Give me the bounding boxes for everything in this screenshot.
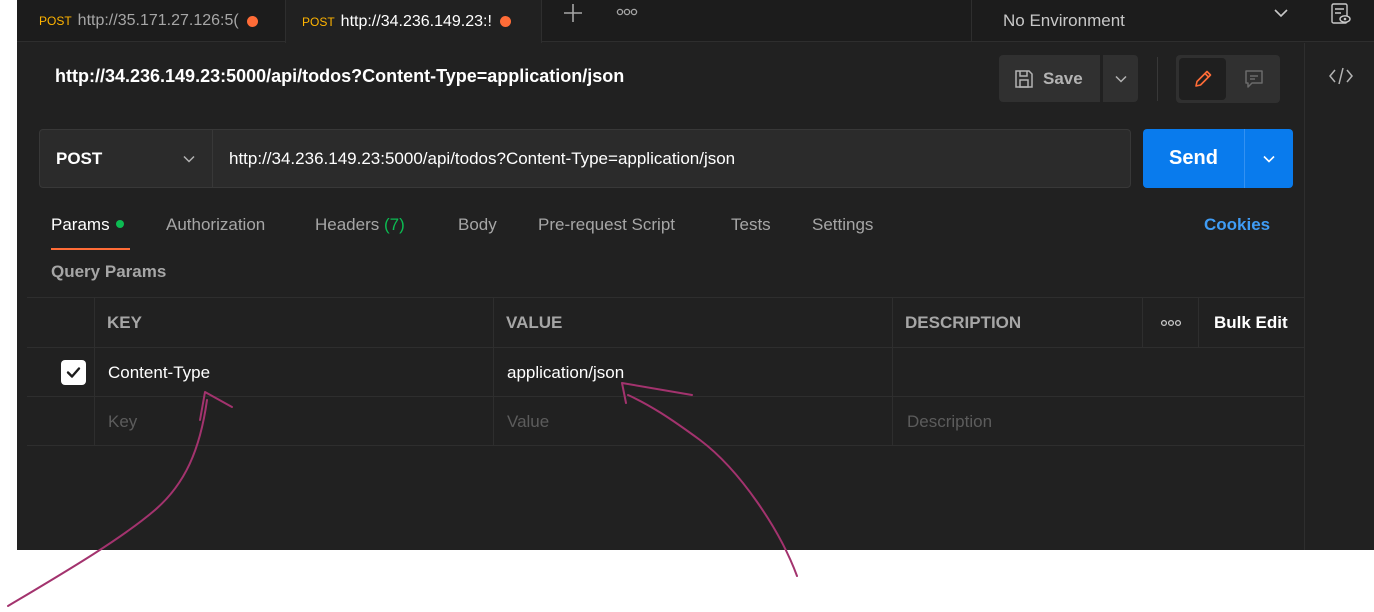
environment-select[interactable]: No Environment xyxy=(971,0,1307,42)
save-label: Save xyxy=(1043,68,1083,88)
checkmark-icon xyxy=(66,367,81,378)
headers-count: (7) xyxy=(384,215,405,234)
save-button[interactable]: Save xyxy=(999,55,1100,102)
tab-authorization[interactable]: Authorization xyxy=(166,210,265,250)
edit-mode-button[interactable] xyxy=(1179,58,1226,100)
unsaved-dot-icon xyxy=(246,15,258,27)
code-snippet-icon[interactable] xyxy=(1328,65,1354,87)
column-divider xyxy=(1198,298,1199,347)
tab-tests[interactable]: Tests xyxy=(731,210,771,250)
query-params-heading: Query Params xyxy=(51,262,167,281)
row-enabled-checkbox[interactable] xyxy=(61,360,86,385)
query-params-table: KEY VALUE DESCRIPTION Bulk Edit Content-… xyxy=(27,297,1305,447)
tab-method: POST xyxy=(39,14,72,28)
environment-value: No Environment xyxy=(1003,11,1125,30)
param-value-field[interactable]: application/json xyxy=(507,348,624,397)
tab-url: http://35.171.27.126:5( xyxy=(77,12,239,29)
environment-quick-look-icon[interactable] xyxy=(1329,2,1353,26)
tab-body[interactable]: Body xyxy=(458,210,497,250)
tab-method: POST xyxy=(302,14,335,29)
cookies-link[interactable]: Cookies xyxy=(1204,215,1270,235)
param-description-field[interactable] xyxy=(907,348,1297,397)
request-tab-bar: POST http://35.171.27.126:5( POST http:/… xyxy=(17,0,1374,43)
column-header-value: VALUE xyxy=(506,312,563,332)
param-description-placeholder[interactable]: Description xyxy=(907,397,992,446)
chevron-down-icon xyxy=(1114,75,1127,83)
send-group: Send xyxy=(1143,129,1293,188)
request-tab-1[interactable]: POST http://35.171.27.126:5( xyxy=(23,0,285,42)
toolbar-divider xyxy=(1157,57,1158,101)
unsaved-dot-icon xyxy=(499,16,511,27)
more-horizontal-icon[interactable] xyxy=(616,5,638,19)
save-options-button[interactable] xyxy=(1103,55,1138,102)
tab-tests-label: Tests xyxy=(731,215,771,234)
tab-settings-label: Settings xyxy=(812,215,874,234)
request-section-tabs: Params Authorization Headers (7) Body Pr… xyxy=(51,210,1291,250)
save-icon xyxy=(1015,69,1033,88)
tab-params[interactable]: Params xyxy=(51,210,130,250)
mode-toggle xyxy=(1176,55,1280,103)
chevron-down-icon[interactable] xyxy=(1273,5,1289,21)
postman-window: POST http://35.171.27.126:5( POST http:/… xyxy=(17,0,1374,550)
column-divider xyxy=(493,397,494,446)
column-divider xyxy=(94,298,95,347)
tab-prerequest-script[interactable]: Pre-request Script xyxy=(538,210,675,250)
param-key-field[interactable]: Content-Type xyxy=(108,348,210,397)
pencil-icon xyxy=(1194,70,1211,87)
column-divider xyxy=(892,348,893,397)
url-input[interactable]: http://34.236.149.23:5000/api/todos?Cont… xyxy=(214,130,1124,187)
plus-icon[interactable] xyxy=(562,2,584,24)
tab-url: http://34.236.149.23:! xyxy=(340,12,492,30)
column-divider xyxy=(94,397,95,446)
send-options-button[interactable] xyxy=(1245,129,1293,188)
right-sidebar xyxy=(1304,43,1374,550)
column-divider xyxy=(892,397,893,446)
column-header-description: DESCRIPTION xyxy=(905,312,1022,332)
column-divider xyxy=(94,348,95,397)
comment-mode-button[interactable] xyxy=(1230,58,1277,100)
tab-headers[interactable]: Headers (7) xyxy=(315,210,405,250)
request-name[interactable]: http://34.236.149.23:5000/api/todos?Cont… xyxy=(55,66,624,87)
param-value-placeholder[interactable]: Value xyxy=(507,397,549,446)
comment-icon xyxy=(1244,70,1263,88)
bulk-edit-button[interactable]: Bulk Edit xyxy=(1214,298,1288,347)
tab-body-label: Body xyxy=(458,215,497,234)
tab-settings[interactable]: Settings xyxy=(812,210,873,250)
table-row-empty: Key Value Description xyxy=(27,396,1305,446)
column-divider xyxy=(493,298,494,347)
send-button[interactable]: Send xyxy=(1143,129,1244,188)
chevron-down-icon[interactable] xyxy=(182,152,196,166)
more-horizontal-icon[interactable] xyxy=(1160,316,1182,330)
tab-authorization-label: Authorization xyxy=(166,215,266,234)
tab-prerequest-label: Pre-request Script xyxy=(538,215,675,234)
column-divider xyxy=(1142,298,1143,347)
column-divider xyxy=(493,348,494,397)
tab-params-label: Params xyxy=(51,215,110,234)
method-value: POST xyxy=(56,148,103,168)
request-url-bar: POST http://34.236.149.23:5000/api/todos… xyxy=(39,129,1131,188)
table-row: Content-Type application/json xyxy=(27,347,1305,397)
column-header-key: KEY xyxy=(107,312,142,332)
column-divider xyxy=(892,298,893,347)
request-tab-2[interactable]: POST http://34.236.149.23:! xyxy=(285,0,542,43)
table-header-row: KEY VALUE DESCRIPTION Bulk Edit xyxy=(27,297,1305,347)
save-group: Save xyxy=(999,55,1138,102)
tab-headers-label: Headers xyxy=(315,215,380,234)
chevron-down-icon xyxy=(1263,155,1275,163)
param-key-placeholder[interactable]: Key xyxy=(108,397,137,446)
url-value: http://34.236.149.23:5000/api/todos?Cont… xyxy=(229,148,736,168)
active-dot-icon xyxy=(115,220,124,228)
